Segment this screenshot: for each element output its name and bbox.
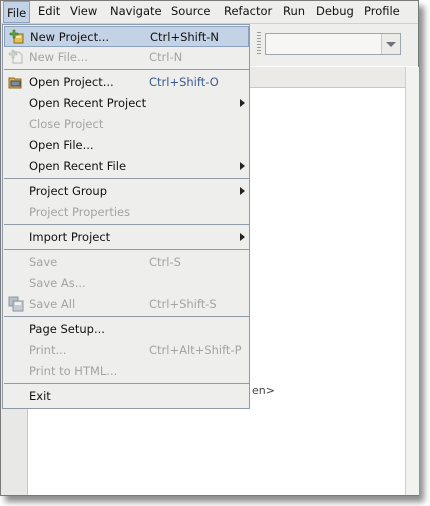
toolbar-combo-box[interactable] <box>265 33 401 55</box>
menu-item-open-project[interactable]: Open Project... Ctrl+Shift-O <box>4 72 249 93</box>
menu-item-project-properties[interactable]: Project Properties <box>4 202 249 223</box>
project-group-label: Project Group <box>29 184 108 198</box>
menu-item-print-to-html[interactable]: Print to HTML... <box>4 361 249 382</box>
menu-separator <box>4 249 249 250</box>
menu-separator <box>4 178 249 179</box>
exit-label: Exit <box>29 389 51 403</box>
project-properties-label: Project Properties <box>29 205 131 219</box>
menu-item-open-file[interactable]: Open File... <box>4 135 249 156</box>
new-project-shortcut: Ctrl+Shift-N <box>150 30 219 44</box>
submenu-arrow-icon <box>240 187 245 195</box>
menu-file[interactable]: File <box>3 1 31 23</box>
menu-refactor[interactable]: Refactor <box>224 4 272 18</box>
menu-item-open-recent-project[interactable]: Open Recent Project <box>4 93 249 114</box>
menu-debug[interactable]: Debug <box>316 4 354 18</box>
menu-item-print[interactable]: Print... Ctrl+Alt+Shift-P <box>4 340 249 361</box>
menu-item-page-setup[interactable]: Page Setup... <box>4 319 249 340</box>
open-recent-file-label: Open Recent File <box>29 159 127 173</box>
file-menu-dropdown: New Project... Ctrl+Shift-N New File... … <box>2 24 250 409</box>
menu-item-save-all[interactable]: Save All Ctrl+Shift-S <box>4 294 249 315</box>
submenu-arrow-icon <box>240 99 245 107</box>
page-setup-label: Page Setup... <box>29 322 105 336</box>
save-as-label: Save As... <box>29 276 86 290</box>
menu-item-import-project[interactable]: Import Project <box>4 227 249 248</box>
new-project-icon <box>9 29 24 44</box>
submenu-arrow-icon <box>240 233 245 241</box>
vertical-scrollbar[interactable] <box>405 67 419 495</box>
save-all-icon <box>8 296 24 312</box>
print-to-html-label: Print to HTML... <box>29 364 118 378</box>
menu-item-new-file[interactable]: New File... Ctrl-N <box>4 47 249 68</box>
open-project-shortcut: Ctrl+Shift-O <box>149 75 219 89</box>
menu-bar: File Edit View Navigate Source Refactor … <box>1 1 418 24</box>
menu-navigate[interactable]: Navigate <box>110 4 162 18</box>
menu-separator <box>4 224 249 225</box>
menu-edit[interactable]: Edit <box>38 4 60 18</box>
new-file-icon <box>8 49 23 64</box>
save-label: Save <box>29 255 58 269</box>
save-all-label: Save All <box>29 297 76 311</box>
toolbar-grip[interactable] <box>257 32 261 56</box>
new-file-label: New File... <box>29 50 88 64</box>
editor-tab-strip <box>250 67 405 88</box>
menu-item-exit[interactable]: Exit <box>4 386 249 407</box>
menu-item-open-recent-file[interactable]: Open Recent File <box>4 156 249 177</box>
menu-item-close-project[interactable]: Close Project <box>4 114 249 135</box>
save-all-shortcut: Ctrl+Shift-S <box>149 297 217 311</box>
print-shortcut: Ctrl+Alt+Shift-P <box>149 343 242 357</box>
open-file-label: Open File... <box>29 138 94 152</box>
editor-text-fragment: en> <box>252 384 275 397</box>
open-project-icon <box>8 77 22 89</box>
chevron-down-icon[interactable] <box>381 34 400 54</box>
menu-item-save[interactable]: Save Ctrl-S <box>4 252 249 273</box>
menu-view[interactable]: View <box>70 4 97 18</box>
submenu-arrow-icon <box>240 162 245 170</box>
menu-item-save-as[interactable]: Save As... <box>4 273 249 294</box>
menu-profile[interactable]: Profile <box>364 4 400 18</box>
menu-separator <box>4 316 249 317</box>
toolbar <box>250 24 418 66</box>
menu-separator <box>4 69 249 70</box>
open-recent-project-label: Open Recent Project <box>29 96 147 110</box>
import-project-label: Import Project <box>29 230 111 244</box>
menu-source[interactable]: Source <box>171 4 211 18</box>
close-project-label: Close Project <box>29 117 104 131</box>
open-project-label: Open Project... <box>29 75 114 89</box>
menu-item-project-group[interactable]: Project Group <box>4 181 249 202</box>
menu-separator <box>4 383 249 384</box>
new-project-label: New Project... <box>30 30 110 44</box>
new-file-shortcut: Ctrl-N <box>149 50 183 64</box>
print-label: Print... <box>29 343 67 357</box>
menu-item-new-project[interactable]: New Project... Ctrl+Shift-N <box>4 26 249 47</box>
menu-run[interactable]: Run <box>283 4 305 18</box>
save-shortcut: Ctrl-S <box>149 255 181 269</box>
ide-window: File Edit View Navigate Source Refactor … <box>0 0 419 496</box>
